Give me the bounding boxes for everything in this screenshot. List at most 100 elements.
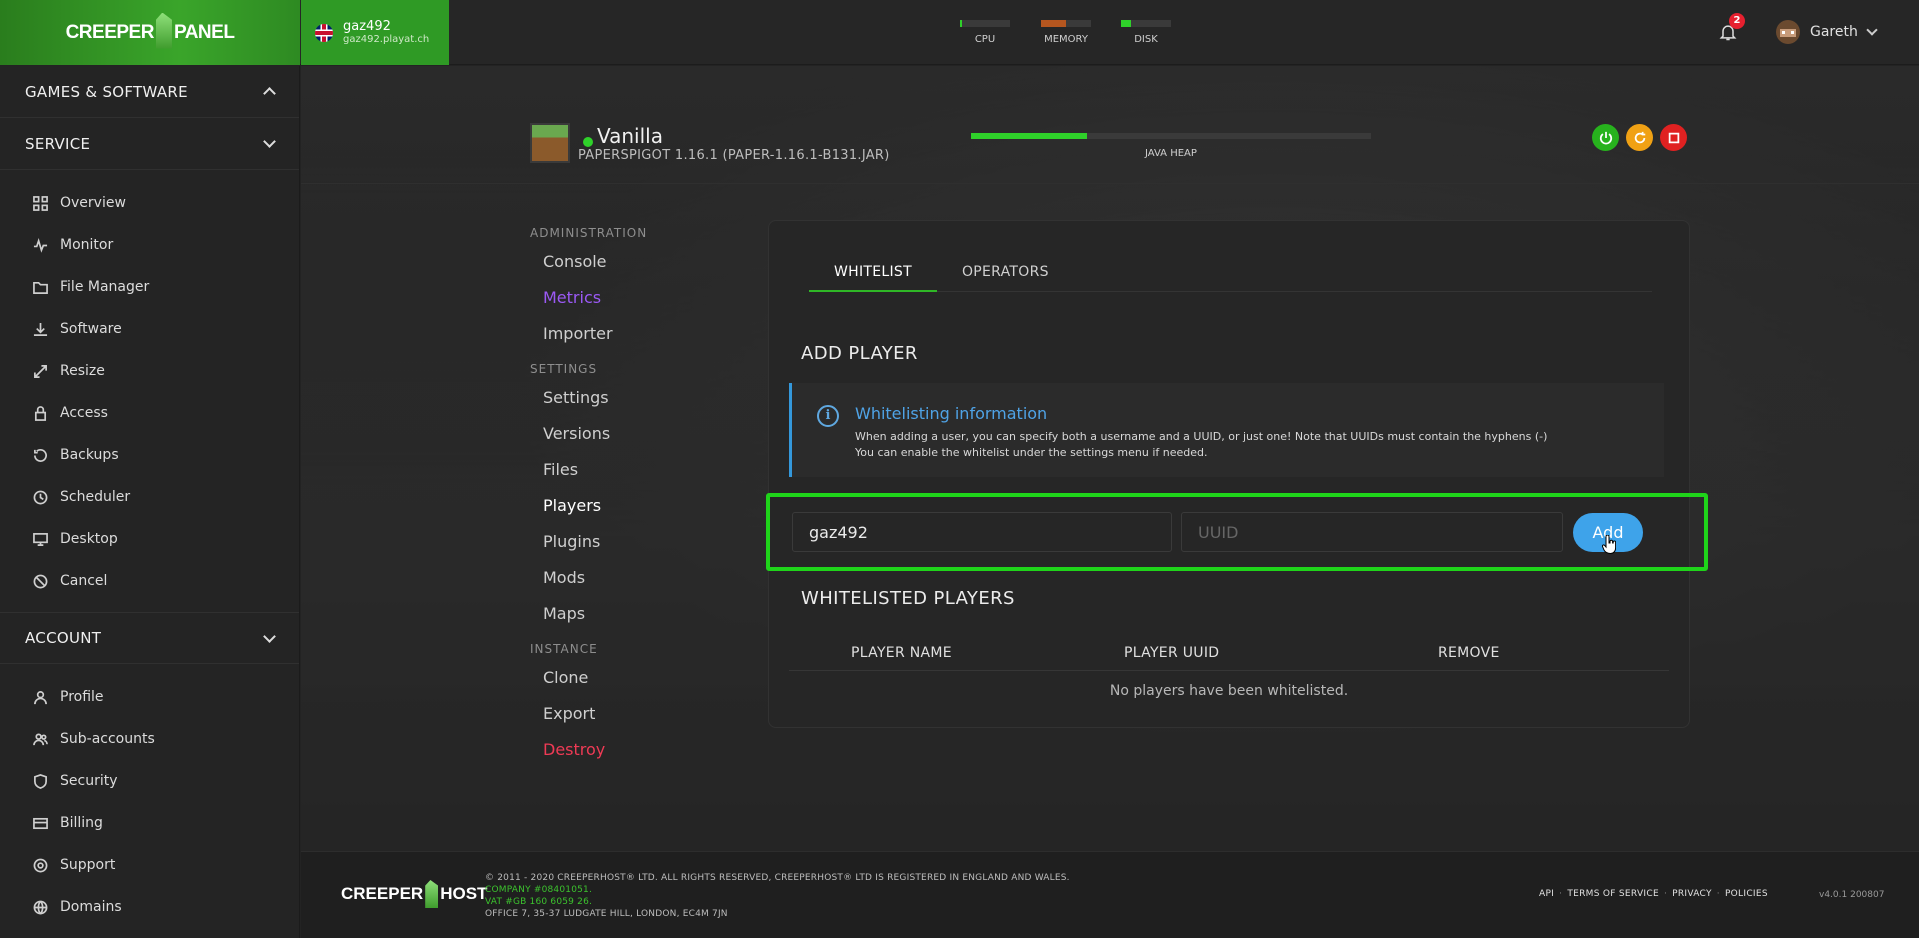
folder-icon [33,281,48,294]
footer-link-terms[interactable]: TERMS OF SERVICE [1567,889,1659,899]
footer: CREEPER HOST © 2011 - 2020 CREEPERHOST® … [301,851,1919,938]
subnav-clone[interactable]: Clone [530,660,730,696]
sidebar-section-service[interactable]: SERVICE [0,118,299,170]
start-button[interactable] [1592,124,1619,151]
account-nav: Profile Sub-accounts Security Billing Su… [0,664,299,938]
users-icon [33,733,48,745]
footer-link-policies[interactable]: POLICIES [1725,889,1768,899]
subnav-mods[interactable]: Mods [530,560,730,596]
tab-whitelist[interactable]: WHITELIST [809,257,937,292]
subnav-settings[interactable]: Settings [530,380,730,416]
sidebar-item-sub-accounts[interactable]: Sub-accounts [0,718,299,760]
subnav-importer[interactable]: Importer [530,316,730,352]
java-heap-fill [971,133,1087,139]
column-player-uuid: PLAYER UUID [1124,644,1220,661]
user-menu[interactable]: Gareth [1776,20,1878,44]
chevron-up-icon [263,87,276,100]
subnav-console[interactable]: Console [530,244,730,280]
footer-link-api[interactable]: API [1539,889,1554,899]
server-version: PAPERSPIGOT 1.16.1 (PAPER-1.16.1-B131.JA… [578,148,890,163]
sidebar-section-title: GAMES & SOFTWARE [25,82,188,101]
whitelist-table: PLAYER NAME PLAYER UUID REMOVE No player… [789,635,1669,711]
sidebar-item-access[interactable]: Access [0,392,299,434]
sidebar-item-billing[interactable]: Billing [0,802,299,844]
creeperpanel-logo[interactable]: CREEPER PANEL [0,0,300,65]
creeper-block-icon [425,880,439,908]
subnav-players[interactable]: Players [530,488,730,524]
creeperhost-logo[interactable]: CREEPER HOST [341,880,487,908]
footer-links: API · TERMS OF SERVICE · PRIVACY · POLIC… [1539,889,1768,899]
footer-separator: · [1559,889,1563,899]
sidebar-item-label: Sub-accounts [60,731,155,747]
restart-icon [1634,131,1645,143]
uk-flag-icon [315,23,333,42]
subnav-files[interactable]: Files [530,452,730,488]
app-version: v4.0.1 200807 [1819,890,1885,900]
sidebar-section-account[interactable]: ACCOUNT [0,612,299,664]
sidebar-item-monitor[interactable]: Monitor [0,224,299,266]
sidebar-item-scheduler[interactable]: Scheduler [0,476,299,518]
sidebar-item-resize[interactable]: Resize [0,350,299,392]
memory-meter: MEMORY [1041,20,1091,45]
hand-cursor-icon [1602,535,1616,555]
sidebar-item-software[interactable]: Software [0,308,299,350]
add-player-form: Add [766,493,1708,571]
sidebar-item-label: Monitor [60,237,114,253]
subnav-plugins[interactable]: Plugins [530,524,730,560]
subnav-versions[interactable]: Versions [530,416,730,452]
grid-icon [33,195,48,211]
monitor-icon [33,532,48,546]
subnav-metrics[interactable]: Metrics [530,280,730,316]
stop-button[interactable] [1660,124,1687,151]
sidebar-item-desktop[interactable]: Desktop [0,518,299,560]
subnav-destroy[interactable]: Destroy [530,732,730,768]
power-controls [1592,124,1687,151]
creeper-block-icon [155,12,172,49]
sidebar-item-backups[interactable]: Backups [0,434,299,476]
card-icon [33,817,48,829]
server-selector[interactable]: gaz492 gaz492.playat.ch [301,0,449,65]
sidebar-item-support[interactable]: Support [0,844,299,886]
info-line-2: You can enable the whitelist under the s… [855,446,1208,459]
footer-company-number: COMPANY #08401051. [485,885,593,895]
username-input[interactable] [792,512,1172,552]
sidebar-item-file-manager[interactable]: File Manager [0,266,299,308]
cpu-meter: CPU [960,20,1010,45]
sidebar-item-overview[interactable]: Overview [0,182,299,224]
footer-legal: © 2011 - 2020 CREEPERHOST® LTD. ALL RIGH… [485,872,1070,920]
sidebar-item-security[interactable]: Security [0,760,299,802]
sidebar-item-label: File Manager [60,279,150,295]
sidebar-item-cancel[interactable]: Cancel [0,560,299,602]
sidebar-item-label: Access [60,405,108,421]
restart-button[interactable] [1626,124,1653,151]
notification-badge: 2 [1729,13,1745,29]
info-icon: i [817,405,839,427]
server-chip-host: gaz492.playat.ch [343,33,430,45]
footer-link-privacy[interactable]: PRIVACY [1672,889,1712,899]
user-icon [34,690,47,704]
disk-meter: DISK [1121,20,1171,45]
grass-block-icon [530,123,570,163]
pulse-icon [33,237,48,253]
tab-operators[interactable]: OPERATORS [937,257,1074,292]
memory-meter-label: MEMORY [1044,34,1088,45]
subnav-maps[interactable]: Maps [530,596,730,632]
power-icon [1599,131,1612,144]
history-icon [34,448,47,462]
column-remove: REMOVE [1438,644,1500,661]
uuid-input[interactable] [1181,512,1563,552]
subnav-heading-administration: ADMINISTRATION [530,226,648,240]
sidebar-item-domains[interactable]: Domains [0,886,299,928]
chevron-down-icon [1866,24,1878,36]
sidebar-section-games[interactable]: GAMES & SOFTWARE [0,66,299,118]
subnav-export[interactable]: Export [530,696,730,732]
java-heap-bar [971,133,1371,139]
footer-vat-number: VAT #GB 160 6059 26. [485,897,593,907]
sidebar-item-profile[interactable]: Profile [0,676,299,718]
service-nav: Overview Monitor File Manager Software R… [0,170,299,612]
logo-text-right: PANEL [173,21,235,43]
memory-meter-fill [1041,20,1066,27]
sidebar: GAMES & SOFTWARE SERVICE Overview Monito… [0,66,300,938]
java-heap-label: JAVA HEAP [1145,148,1197,159]
lock-icon [34,405,47,421]
